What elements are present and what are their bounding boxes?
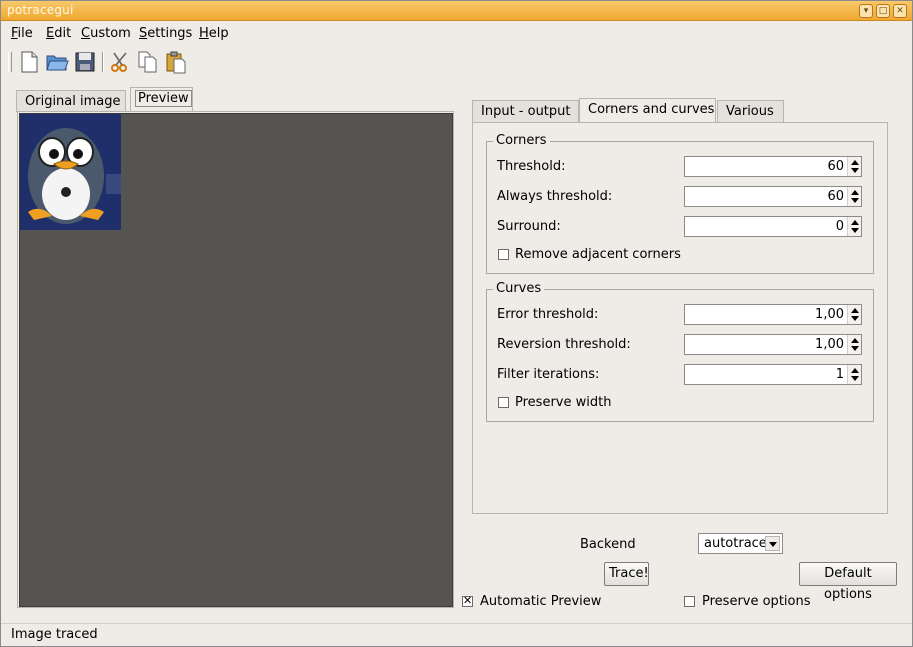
cut-scissors-icon[interactable] — [108, 50, 132, 74]
spin-arrows[interactable] — [847, 217, 861, 236]
backend-value: autotrace — [704, 536, 767, 551]
corners-group-title: Corners — [493, 133, 550, 148]
tab-label: Input - output — [481, 104, 571, 119]
tab-label: Various — [726, 104, 774, 119]
preserve-options-checkbox[interactable] — [684, 596, 695, 607]
open-folder-icon[interactable] — [45, 50, 69, 74]
trace-button[interactable]: Trace! — [604, 562, 649, 586]
maximize-icon[interactable]: □ — [876, 4, 890, 18]
trace-button-label: Trace! — [609, 566, 649, 581]
tab-label: Original image — [25, 94, 121, 109]
reversion-threshold-label: Reversion threshold: — [497, 337, 631, 352]
menu-file[interactable]: File — [11, 26, 33, 41]
remove-adjacent-corners-checkbox[interactable] — [498, 249, 509, 260]
remove-adjacent-corners-label: Remove adjacent corners — [515, 247, 681, 262]
reversion-threshold-spinbox[interactable]: 1,00 — [684, 334, 862, 355]
tab-original-image[interactable]: Original image — [16, 90, 126, 112]
automatic-preview-checkbox[interactable] — [462, 594, 473, 607]
menu-chevron-icon[interactable]: ▾ — [859, 4, 873, 18]
filter-iterations-label: Filter iterations: — [497, 367, 600, 382]
status-text: Image traced — [11, 627, 98, 642]
spin-arrows[interactable] — [847, 335, 861, 354]
reversion-threshold-value: 1,00 — [815, 337, 844, 352]
backend-label: Backend — [580, 537, 636, 552]
menu-custom[interactable]: Custom — [81, 26, 131, 41]
paste-icon[interactable] — [164, 50, 188, 74]
backend-select[interactable]: autotrace — [698, 533, 783, 554]
spin-arrows[interactable] — [847, 157, 861, 176]
tab-various[interactable]: Various — [717, 100, 784, 122]
save-disk-icon[interactable] — [73, 50, 97, 74]
error-threshold-spinbox[interactable]: 1,00 — [684, 304, 862, 325]
filter-iterations-value: 1 — [835, 367, 844, 382]
spin-arrows[interactable] — [847, 365, 861, 384]
menu-settings[interactable]: Settings — [139, 26, 192, 41]
error-threshold-value: 1,00 — [815, 307, 844, 322]
threshold-spinbox[interactable]: 60 — [684, 156, 862, 177]
spin-arrows[interactable] — [847, 305, 861, 324]
threshold-value: 60 — [827, 159, 844, 174]
toolbar-separator — [102, 52, 104, 72]
menu-edit[interactable]: Edit — [46, 26, 71, 41]
tab-label: Preview — [135, 90, 192, 107]
toolbar — [1, 46, 912, 78]
title-bar[interactable]: potracegui ▾ □ ✕ — [1, 1, 912, 21]
spin-arrows[interactable] — [847, 187, 861, 206]
filter-iterations-spinbox[interactable]: 1 — [684, 364, 862, 385]
tab-preview[interactable]: Preview — [130, 87, 193, 111]
new-file-icon[interactable] — [17, 50, 41, 74]
penguin-preview-image — [20, 114, 121, 230]
curves-group-title: Curves — [493, 281, 545, 296]
preserve-width-label: Preserve width — [515, 395, 612, 410]
surround-spinbox[interactable]: 0 — [684, 216, 862, 237]
threshold-label: Threshold: — [497, 159, 566, 174]
tab-input-output[interactable]: Input - output — [472, 100, 579, 122]
preview-canvas[interactable] — [19, 113, 453, 607]
surround-value: 0 — [835, 219, 844, 234]
close-icon[interactable]: ✕ — [893, 4, 907, 18]
automatic-preview-label: Automatic Preview — [480, 594, 602, 609]
menu-help[interactable]: Help — [199, 26, 229, 41]
window-title: potracegui — [7, 3, 74, 17]
status-bar: Image traced — [1, 623, 912, 646]
app-window: potracegui ▾ □ ✕ File Edit Custom Settin… — [0, 0, 913, 647]
toolbar-grip[interactable] — [8, 52, 12, 72]
menu-bar: File Edit Custom Settings Help — [1, 22, 912, 44]
error-threshold-label: Error threshold: — [497, 307, 599, 322]
always-threshold-value: 60 — [827, 189, 844, 204]
preserve-width-checkbox[interactable] — [498, 397, 509, 408]
default-options-button-label: Default options — [824, 566, 872, 602]
chevron-down-icon[interactable] — [765, 536, 780, 551]
tab-label: Corners and curves — [588, 102, 715, 117]
tab-corners-and-curves[interactable]: Corners and curves — [579, 98, 716, 122]
always-threshold-spinbox[interactable]: 60 — [684, 186, 862, 207]
copy-icon[interactable] — [136, 50, 160, 74]
always-threshold-label: Always threshold: — [497, 189, 613, 204]
preserve-options-label: Preserve options — [702, 594, 811, 609]
default-options-button[interactable]: Default options — [799, 562, 897, 602]
surround-label: Surround: — [497, 219, 561, 234]
